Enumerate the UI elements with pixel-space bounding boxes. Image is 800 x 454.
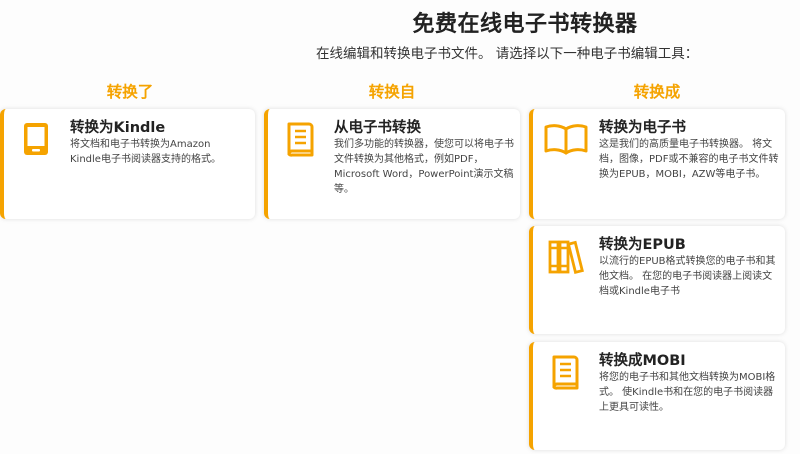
card-title: 转换为Kindle xyxy=(70,120,166,136)
page: 免费在线电子书转换器 在线编辑和转换电子书文件。 请选择以下一种电子书编辑工具：… xyxy=(0,0,800,454)
card-convert-from-ebook[interactable]: 从电子书转换 我们多功能的转换器，使您可以将电子书文件转换为其他格式，例如PDF… xyxy=(264,109,520,219)
card-title: 转换为电子书 xyxy=(599,120,686,136)
card-description: 我们多功能的转换器，使您可以将电子书文件转换为其他格式，例如PDF，Micros… xyxy=(334,139,514,195)
card-description: 将文档和电子书转换为Amazon Kindle电子书阅读器支持的格式。 xyxy=(70,139,221,165)
card-description: 这是我们的高质量电子书转换器。 将文档，图像，PDF或不兼容的电子书文件转换为E… xyxy=(599,139,779,180)
page-title: 免费在线电子书转换器 xyxy=(412,12,638,37)
card-title: 转换成MOBI xyxy=(599,353,686,369)
column-heading-convert-into: 转换成 xyxy=(633,83,681,101)
card-convert-to-kindle[interactable]: 转换为Kindle 将文档和电子书转换为Amazon Kindle电子书阅读器支… xyxy=(0,109,255,219)
book-icon xyxy=(280,119,320,159)
card-convert-to-mobi[interactable]: 转换成MOBI 将您的电子书和其他文档转换为MOBI格式。 使Kindle书和在… xyxy=(529,342,785,450)
card-convert-to-ebook[interactable]: 转换为电子书 这是我们的高质量电子书转换器。 将文档，图像，PDF或不兼容的电子… xyxy=(529,109,785,219)
book-icon xyxy=(545,352,585,392)
card-description: 以流行的EPUB格式转换您的电子书和其他文档。 在您的电子书阅读器上阅读文档或K… xyxy=(599,256,776,297)
kindle-device-icon xyxy=(16,119,56,159)
books-on-shelf-icon xyxy=(545,236,585,276)
page-subtitle: 在线编辑和转换电子书文件。 请选择以下一种电子书编辑工具： xyxy=(316,46,699,62)
card-title: 转换为EPUB xyxy=(599,237,686,253)
open-book-icon xyxy=(543,119,589,159)
card-title: 从电子书转换 xyxy=(334,120,421,136)
column-heading-convert-to: 转换了 xyxy=(106,83,154,101)
card-description: 将您的电子书和其他文档转换为MOBI格式。 使Kindle书和在您的电子书阅读器… xyxy=(599,372,776,413)
column-heading-convert-from: 转换自 xyxy=(368,83,416,101)
card-convert-to-epub[interactable]: 转换为EPUB 以流行的EPUB格式转换您的电子书和其他文档。 在您的电子书阅读… xyxy=(529,226,785,334)
